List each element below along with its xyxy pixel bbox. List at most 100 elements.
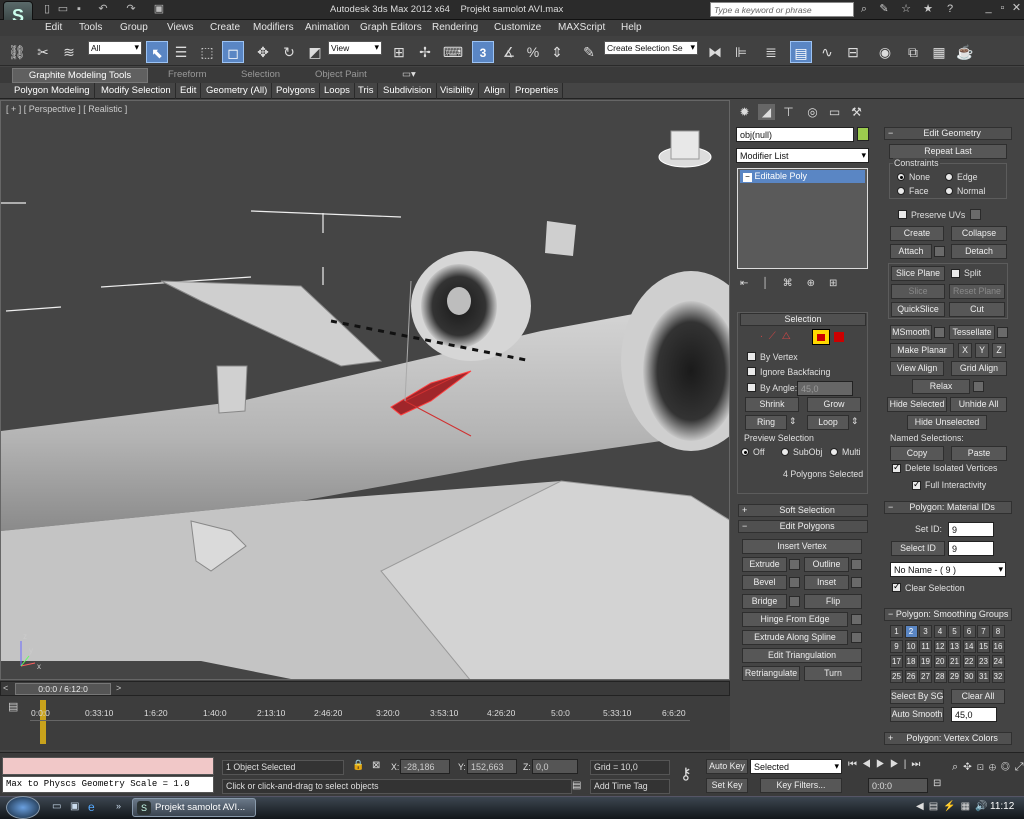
relax-button[interactable]: Relax: [912, 379, 970, 394]
menu-modifiers[interactable]: Modifiers: [253, 20, 294, 36]
full-interactivity-checkbox[interactable]: ✓: [912, 479, 921, 490]
menu-customize[interactable]: Customize: [494, 20, 541, 36]
ribbon-align[interactable]: Align: [480, 83, 511, 99]
smoothing-group-4[interactable]: 4: [933, 625, 947, 638]
communication-icon[interactable]: ☆: [898, 2, 914, 17]
angle-spinner[interactable]: 45,0: [797, 381, 853, 396]
smoothing-group-1[interactable]: 1: [890, 625, 903, 638]
smoothing-group-18[interactable]: 18: [904, 655, 918, 668]
constraint-normal-radio[interactable]: [945, 187, 953, 195]
restore-icon[interactable]: ▫: [997, 1, 1008, 15]
time-tag-icon[interactable]: ▤: [572, 780, 581, 791]
angle-snap-icon[interactable]: ∡: [498, 41, 520, 63]
smoothing-group-22[interactable]: 22: [962, 655, 976, 668]
curve-editor-icon[interactable]: ∿: [816, 41, 838, 63]
selection-filter-dropdown[interactable]: All: [88, 41, 142, 55]
clear-selection-checkbox[interactable]: ✓: [892, 581, 901, 592]
auto-smooth-spinner[interactable]: 45,0: [951, 707, 997, 722]
extrude-along-spline-button[interactable]: Extrude Along Spline: [742, 630, 848, 645]
flip-button[interactable]: Flip: [804, 594, 862, 609]
material-name-dropdown[interactable]: No Name - ( 9 ): [890, 562, 1006, 577]
ring-button[interactable]: Ring: [745, 415, 787, 430]
smoothing-group-8[interactable]: 8: [991, 625, 1005, 638]
ribbon-properties[interactable]: Properties: [511, 83, 564, 99]
ribbon-visibility[interactable]: Visibility: [436, 83, 480, 99]
subscription-icon[interactable]: ✎: [876, 2, 892, 17]
soft-selection-header[interactable]: + Soft Selection: [738, 504, 868, 517]
reset-plane-button[interactable]: Reset Plane: [949, 284, 1005, 299]
smoothing-group-3[interactable]: 3: [919, 625, 932, 638]
hinge-settings-icon[interactable]: [851, 614, 862, 625]
keyboard-shortcut-icon[interactable]: ⌨: [442, 41, 464, 63]
planar-y-button[interactable]: Y: [975, 343, 989, 358]
tab-selection[interactable]: Selection: [241, 68, 280, 82]
reference-coord-dropdown[interactable]: View: [328, 41, 382, 55]
smoothing-group-17[interactable]: 17: [890, 655, 903, 668]
set-key-icon[interactable]: ⚷: [680, 764, 692, 784]
material-ids-header[interactable]: − Polygon: Material IDs: [884, 501, 1012, 514]
lock-selection-icon[interactable]: 🔒: [352, 760, 364, 771]
modify-tab-icon[interactable]: ◢: [758, 104, 775, 120]
smoothing-group-26[interactable]: 26: [904, 670, 918, 683]
attach-button[interactable]: Attach: [890, 244, 932, 259]
ribbon-loops[interactable]: Loops: [320, 83, 355, 99]
smoothing-group-7[interactable]: 7: [977, 625, 990, 638]
select-by-name-icon[interactable]: ☰: [170, 41, 192, 63]
next-frame-icon[interactable]: >: [116, 683, 126, 694]
menu-maxscript[interactable]: MAXScript: [558, 20, 605, 36]
grow-button[interactable]: Grow: [807, 397, 861, 412]
preview-multi-radio[interactable]: [830, 448, 838, 456]
maxscript-listener-output[interactable]: Max to Physcs Geometry Scale = 1.0: [2, 776, 214, 793]
select-by-sg-button[interactable]: Select By SG: [890, 689, 944, 704]
show-desktop-icon[interactable]: ▭: [52, 801, 61, 812]
quickslice-button[interactable]: QuickSlice: [891, 302, 945, 317]
menu-create[interactable]: Create: [210, 20, 240, 36]
clock[interactable]: 11:12: [990, 801, 1014, 812]
named-selection-dropdown[interactable]: Create Selection Se: [604, 41, 698, 55]
smoothing-group-10[interactable]: 10: [904, 640, 918, 653]
set-id-spinner[interactable]: 9: [948, 522, 994, 537]
menu-group[interactable]: Group: [120, 20, 148, 36]
tab-object-paint[interactable]: Object Paint: [315, 68, 367, 82]
ring-spinner[interactable]: ⇕: [789, 416, 796, 427]
paste-button[interactable]: Paste: [951, 446, 1007, 461]
redo-icon[interactable]: ↷: [124, 2, 138, 16]
motion-tab-icon[interactable]: ◎: [804, 104, 821, 120]
ribbon-polygons[interactable]: Polygons: [272, 83, 321, 99]
tab-freeform[interactable]: Freeform: [168, 68, 207, 82]
turn-button[interactable]: Turn: [804, 666, 862, 681]
msmooth-button[interactable]: MSmooth: [890, 325, 932, 340]
create-button[interactable]: Create: [890, 226, 944, 241]
graphite-toggle-icon[interactable]: ▤: [790, 41, 812, 63]
selection-header[interactable]: Selection: [740, 313, 866, 326]
minimize-icon[interactable]: _: [983, 1, 994, 15]
ribbon-options-icon[interactable]: ▭▾: [402, 68, 416, 82]
viewport-label[interactable]: [ + ] [ Perspective ] [ Realistic ]: [6, 104, 127, 114]
outline-settings-icon[interactable]: [851, 559, 862, 570]
tessellate-settings-icon[interactable]: [997, 327, 1008, 338]
outline-button[interactable]: Outline: [804, 557, 849, 572]
modifier-list-dropdown[interactable]: Modifier List: [736, 148, 869, 163]
constraint-none-radio[interactable]: [897, 173, 905, 181]
preserve-uvs-checkbox[interactable]: [898, 210, 907, 219]
smoothing-group-19[interactable]: 19: [919, 655, 932, 668]
slice-button[interactable]: Slice: [891, 284, 945, 299]
switch-windows-icon[interactable]: ▣: [70, 801, 79, 812]
current-frame-field[interactable]: 0:0:0: [868, 778, 928, 793]
hide-selected-button[interactable]: Hide Selected: [887, 397, 947, 412]
maxscript-listener-top[interactable]: [2, 757, 214, 775]
menu-help[interactable]: Help: [621, 20, 642, 36]
time-slider-thumb[interactable]: 0:0:0 / 6:12:0: [15, 683, 111, 695]
snaps-toggle-icon[interactable]: 3: [472, 41, 494, 63]
expand-icon[interactable]: −: [743, 173, 752, 182]
schematic-view-icon[interactable]: ⊟: [842, 41, 864, 63]
taskbar-3dsmax-button[interactable]: S Projekt samolot AVI...: [132, 798, 256, 817]
preserve-uvs-settings-icon[interactable]: [970, 209, 981, 220]
smoothing-group-20[interactable]: 20: [933, 655, 947, 668]
smoothing-group-32[interactable]: 32: [991, 670, 1005, 683]
undo-icon[interactable]: ↶: [96, 2, 110, 16]
constraint-edge-radio[interactable]: [945, 173, 953, 181]
extrude-button[interactable]: Extrude: [742, 557, 787, 572]
favorites-icon[interactable]: ★: [920, 2, 936, 17]
object-color-swatch[interactable]: [857, 127, 869, 141]
